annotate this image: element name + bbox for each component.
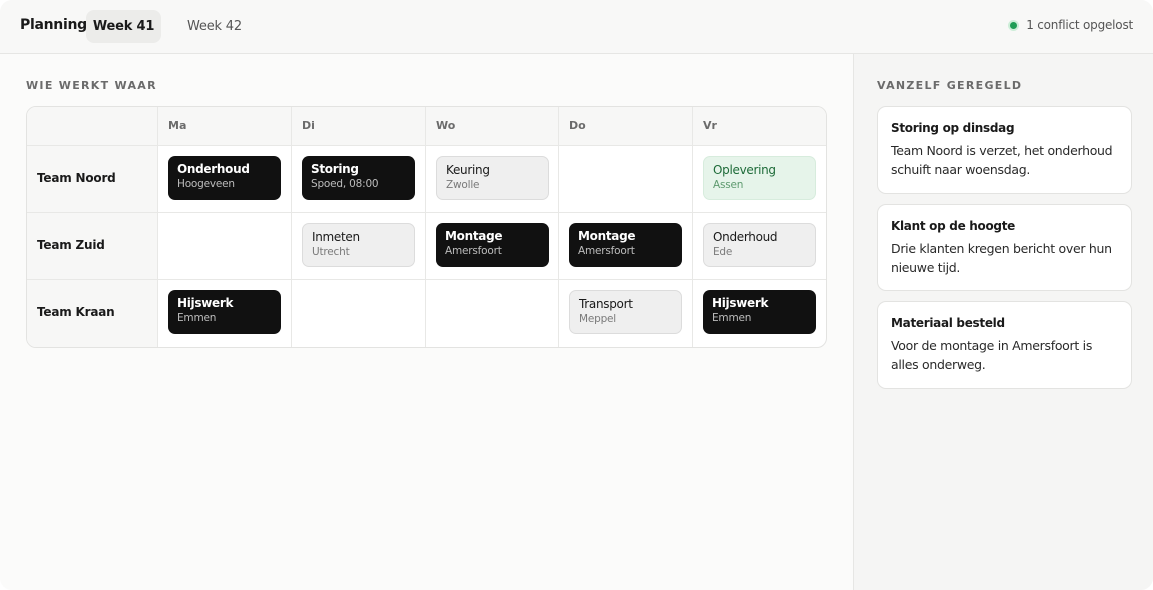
corner-cell <box>27 107 157 145</box>
schedule-cell[interactable]: Onderhoud Hoogeveen <box>157 146 291 212</box>
day-header: Di <box>291 107 425 145</box>
job-location: Zwolle <box>446 179 480 191</box>
job-title: Montage <box>578 229 636 243</box>
card-title: Materiaal besteld <box>891 316 1005 330</box>
job-card[interactable]: Hijswerk Emmen <box>703 290 816 334</box>
card-body: Voor de montage in Amersfoort is alles o… <box>891 338 1093 372</box>
job-location: Emmen <box>712 312 752 324</box>
team-row-noord: Team Noord Onderhoud Hoogeveen Storing S… <box>27 146 826 213</box>
app-title: Planning <box>20 17 87 33</box>
job-title: Storing <box>311 162 359 176</box>
card-title: Storing op dinsdag <box>891 121 1015 135</box>
job-card[interactable]: Onderhoud Ede <box>703 223 816 267</box>
team-label: Team Zuid <box>37 238 105 252</box>
day-header: Do <box>558 107 692 145</box>
conflict-status: 1 conflict opgelost <box>1008 18 1133 32</box>
schedule-cell[interactable]: Onderhoud Ede <box>692 213 826 279</box>
schedule-cell[interactable]: Transport Meppel <box>558 280 692 347</box>
job-card[interactable]: Hijswerk Emmen <box>168 290 281 334</box>
day-header: Ma <box>157 107 291 145</box>
resolution-card[interactable]: Storing op dinsdag Team Noord is verzet,… <box>877 106 1132 194</box>
job-location: Assen <box>713 179 744 191</box>
empty-schedule-cell[interactable] <box>291 280 425 347</box>
job-card[interactable]: Montage Amersfoort <box>436 223 549 267</box>
job-location: Amersfoort <box>578 245 635 257</box>
day-label: Wo <box>436 119 456 132</box>
job-location: Spoed, 08:00 <box>311 178 379 190</box>
job-location: Ede <box>713 246 733 258</box>
day-header: Wo <box>425 107 558 145</box>
job-title: Onderhoud <box>177 162 250 176</box>
tab-week-41[interactable]: Week 41 <box>86 10 161 43</box>
job-location: Hoogeveen <box>177 178 235 190</box>
job-card[interactable]: Inmeten Utrecht <box>302 223 415 267</box>
team-label: Team Noord <box>37 171 116 185</box>
status-dot-icon <box>1008 19 1020 31</box>
schedule-title: WIE WERKT WAAR <box>26 79 157 92</box>
schedule-cell[interactable]: Keuring Zwolle <box>425 146 558 212</box>
job-location: Meppel <box>579 313 617 325</box>
job-title: Oplevering <box>713 163 776 177</box>
card-body: Drie klanten kregen bericht over hun nie… <box>891 241 1112 275</box>
job-card[interactable]: Onderhoud Hoogeveen <box>168 156 281 200</box>
team-cell: Team Kraan <box>27 280 157 347</box>
job-title: Keuring <box>446 163 490 177</box>
team-cell: Team Noord <box>27 146 157 212</box>
empty-schedule-cell[interactable] <box>425 280 558 347</box>
schedule-cell[interactable]: Hijswerk Emmen <box>692 280 826 347</box>
job-card[interactable]: Storing Spoed, 08:00 <box>302 156 415 200</box>
team-row-kraan: Team Kraan Hijswerk Emmen Transport Mepp… <box>27 280 826 347</box>
schedule-grid: Ma Di Wo Do Vr Team Noord Onderhoud Hoog… <box>26 106 827 348</box>
job-title: Hijswerk <box>712 296 769 310</box>
day-header-row: Ma Di Wo Do Vr <box>27 107 826 146</box>
day-label: Di <box>302 119 315 132</box>
team-label: Team Kraan <box>37 305 115 319</box>
day-label: Ma <box>168 119 187 132</box>
day-label: Vr <box>703 119 717 132</box>
job-card[interactable]: Montage Amersfoort <box>569 223 682 267</box>
job-card[interactable]: Transport Meppel <box>569 290 682 334</box>
schedule-cell[interactable]: Storing Spoed, 08:00 <box>291 146 425 212</box>
job-title: Onderhoud <box>713 230 778 244</box>
schedule-panel: WIE WERKT WAAR Ma Di Wo Do Vr Team Noord… <box>0 54 853 590</box>
empty-schedule-cell[interactable] <box>558 146 692 212</box>
job-title: Hijswerk <box>177 296 234 310</box>
card-body: Team Noord is verzet, het onderhoud schu… <box>891 143 1113 177</box>
schedule-cell[interactable]: Montage Amersfoort <box>558 213 692 279</box>
empty-schedule-cell[interactable] <box>157 213 291 279</box>
schedule-cell[interactable]: Hijswerk Emmen <box>157 280 291 347</box>
job-location: Emmen <box>177 312 217 324</box>
sidebar-title: VANZELF GEREGELD <box>877 79 1023 92</box>
job-card[interactable]: Oplevering Assen <box>703 156 816 200</box>
top-bar: Planning Week 41 Week 42 1 conflict opge… <box>0 0 1153 54</box>
schedule-cell[interactable]: Oplevering Assen <box>692 146 826 212</box>
day-header: Vr <box>692 107 826 145</box>
schedule-cell[interactable]: Montage Amersfoort <box>425 213 558 279</box>
team-row-zuid: Team Zuid Inmeten Utrecht Montage Amersf… <box>27 213 826 280</box>
job-title: Montage <box>445 229 503 243</box>
card-title: Klant op de hoogte <box>891 219 1015 233</box>
day-label: Do <box>569 119 586 132</box>
activity-sidebar: VANZELF GEREGELD Storing op dinsdag Team… <box>853 54 1153 590</box>
schedule-cell[interactable]: Inmeten Utrecht <box>291 213 425 279</box>
job-card[interactable]: Keuring Zwolle <box>436 156 549 200</box>
team-cell: Team Zuid <box>27 213 157 279</box>
resolution-card[interactable]: Klant op de hoogte Drie klanten kregen b… <box>877 204 1132 291</box>
job-title: Inmeten <box>312 230 360 244</box>
app-window: Planning Week 41 Week 42 1 conflict opge… <box>0 0 1153 590</box>
job-location: Utrecht <box>312 246 350 258</box>
job-title: Transport <box>579 297 633 311</box>
resolution-card[interactable]: Materiaal besteld Voor de montage in Ame… <box>877 301 1132 389</box>
tab-week-42[interactable]: Week 42 <box>175 10 254 43</box>
status-text: 1 conflict opgelost <box>1026 18 1133 32</box>
job-location: Amersfoort <box>445 245 502 257</box>
